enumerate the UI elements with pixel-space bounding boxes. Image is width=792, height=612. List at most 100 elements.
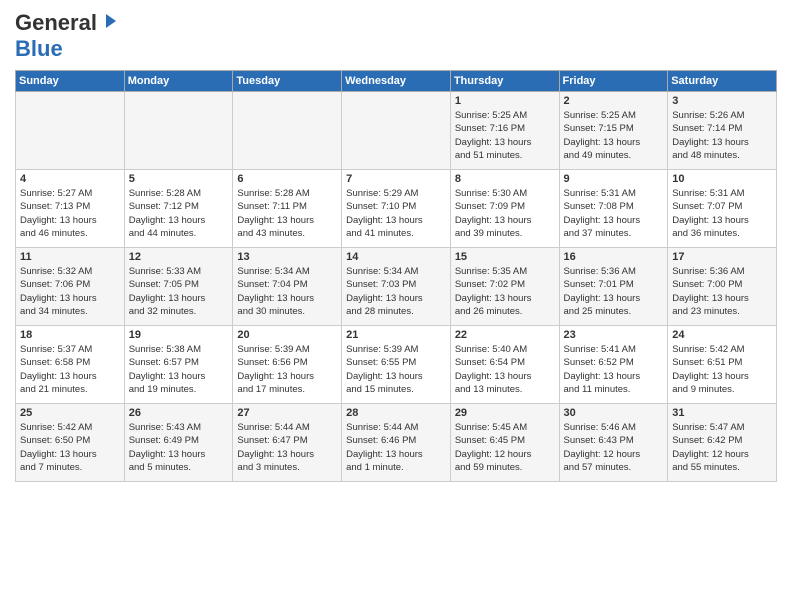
day-number: 11: [20, 251, 120, 263]
day-number: 22: [455, 329, 555, 341]
day-number: 24: [672, 329, 772, 341]
calendar-cell: 23 Sunrise: 5:41 AM Sunset: 6:52 PM Dayli…: [559, 326, 668, 404]
page-container: General Blue SundayMondayTuesdayWednesda…: [0, 0, 792, 487]
week-row-4: 18Sunrise: 5:37 AM Sunset: 6:58 PM Dayli…: [16, 326, 777, 404]
calendar-cell: 14 Sunrise: 5:34 AM Sunset: 7:03 PM Dayli…: [342, 248, 451, 326]
day-number: 2: [564, 95, 664, 107]
day-number: 3: [672, 95, 772, 107]
calendar-cell: [233, 92, 342, 170]
day-info: Sunrise: 5:44 AM Sunset: 6:47 PM Dayligh…: [237, 421, 337, 474]
day-number: 27: [237, 407, 337, 419]
calendar-cell: 24Sunrise: 5:42 AM Sunset: 6:51 PM Dayli…: [668, 326, 777, 404]
day-number: 29: [455, 407, 555, 419]
day-info: Sunrise: 5:46 AM Sunset: 6:43 PM Dayligh…: [564, 421, 664, 474]
calendar-cell: 13Sunrise: 5:34 AM Sunset: 7:04 PM Dayli…: [233, 248, 342, 326]
weekday-header-saturday: Saturday: [668, 71, 777, 92]
weekday-header-monday: Monday: [124, 71, 233, 92]
calendar-cell: 6 Sunrise: 5:28 AM Sunset: 7:11 PM Daylig…: [233, 170, 342, 248]
weekday-header-thursday: Thursday: [450, 71, 559, 92]
day-number: 17: [672, 251, 772, 263]
calendar-cell: 8 Sunrise: 5:30 AM Sunset: 7:09 PM Daylig…: [450, 170, 559, 248]
day-info: Sunrise: 5:38 AM Sunset: 6:57 PM Dayligh…: [129, 343, 229, 396]
weekday-header-row: SundayMondayTuesdayWednesdayThursdayFrid…: [16, 71, 777, 92]
day-info: Sunrise: 5:40 AM Sunset: 6:54 PM Dayligh…: [455, 343, 555, 396]
calendar-cell: 3 Sunrise: 5:26 AM Sunset: 7:14 PM Daylig…: [668, 92, 777, 170]
calendar-cell: 30 Sunrise: 5:46 AM Sunset: 6:43 PM Dayli…: [559, 404, 668, 482]
day-number: 26: [129, 407, 229, 419]
week-row-1: 1 Sunrise: 5:25 AM Sunset: 7:16 PM Daylig…: [16, 92, 777, 170]
day-info: Sunrise: 5:43 AM Sunset: 6:49 PM Dayligh…: [129, 421, 229, 474]
day-info: Sunrise: 5:44 AM Sunset: 6:46 PM Dayligh…: [346, 421, 446, 474]
calendar-cell: 25 Sunrise: 5:42 AM Sunset: 6:50 PM Dayli…: [16, 404, 125, 482]
day-number: 23: [564, 329, 664, 341]
day-number: 21: [346, 329, 446, 341]
day-info: Sunrise: 5:25 AM Sunset: 7:15 PM Dayligh…: [564, 109, 664, 162]
calendar-cell: [16, 92, 125, 170]
calendar-cell: 22 Sunrise: 5:40 AM Sunset: 6:54 PM Dayli…: [450, 326, 559, 404]
calendar-cell: 21 Sunrise: 5:39 AM Sunset: 6:55 PM Dayli…: [342, 326, 451, 404]
day-info: Sunrise: 5:25 AM Sunset: 7:16 PM Dayligh…: [455, 109, 555, 162]
logo: General Blue: [15, 10, 120, 62]
calendar-cell: 10 Sunrise: 5:31 AM Sunset: 7:07 PM Dayli…: [668, 170, 777, 248]
weekday-header-tuesday: Tuesday: [233, 71, 342, 92]
day-number: 9: [564, 173, 664, 185]
day-info: Sunrise: 5:30 AM Sunset: 7:09 PM Dayligh…: [455, 187, 555, 240]
calendar-cell: 31Sunrise: 5:47 AM Sunset: 6:42 PM Dayli…: [668, 404, 777, 482]
day-info: Sunrise: 5:39 AM Sunset: 6:56 PM Dayligh…: [237, 343, 337, 396]
weekday-header-wednesday: Wednesday: [342, 71, 451, 92]
day-number: 28: [346, 407, 446, 419]
day-info: Sunrise: 5:28 AM Sunset: 7:12 PM Dayligh…: [129, 187, 229, 240]
calendar-cell: 19 Sunrise: 5:38 AM Sunset: 6:57 PM Dayli…: [124, 326, 233, 404]
day-info: Sunrise: 5:39 AM Sunset: 6:55 PM Dayligh…: [346, 343, 446, 396]
day-info: Sunrise: 5:36 AM Sunset: 7:01 PM Dayligh…: [564, 265, 664, 318]
day-number: 7: [346, 173, 446, 185]
day-number: 12: [129, 251, 229, 263]
day-info: Sunrise: 5:32 AM Sunset: 7:06 PM Dayligh…: [20, 265, 120, 318]
calendar-cell: 26 Sunrise: 5:43 AM Sunset: 6:49 PM Dayli…: [124, 404, 233, 482]
day-number: 18: [20, 329, 120, 341]
day-info: Sunrise: 5:34 AM Sunset: 7:04 PM Dayligh…: [237, 265, 337, 318]
calendar-cell: 27 Sunrise: 5:44 AM Sunset: 6:47 PM Dayli…: [233, 404, 342, 482]
calendar-cell: [342, 92, 451, 170]
calendar-cell: 18Sunrise: 5:37 AM Sunset: 6:58 PM Dayli…: [16, 326, 125, 404]
calendar-table: SundayMondayTuesdayWednesdayThursdayFrid…: [15, 70, 777, 482]
day-info: Sunrise: 5:28 AM Sunset: 7:11 PM Dayligh…: [237, 187, 337, 240]
day-number: 14: [346, 251, 446, 263]
day-number: 10: [672, 173, 772, 185]
calendar-cell: 29Sunrise: 5:45 AM Sunset: 6:45 PM Dayli…: [450, 404, 559, 482]
calendar-cell: 16 Sunrise: 5:36 AM Sunset: 7:01 PM Dayli…: [559, 248, 668, 326]
week-row-5: 25 Sunrise: 5:42 AM Sunset: 6:50 PM Dayli…: [16, 404, 777, 482]
calendar-cell: 15 Sunrise: 5:35 AM Sunset: 7:02 PM Dayli…: [450, 248, 559, 326]
day-number: 5: [129, 173, 229, 185]
day-info: Sunrise: 5:42 AM Sunset: 6:50 PM Dayligh…: [20, 421, 120, 474]
day-number: 30: [564, 407, 664, 419]
day-number: 15: [455, 251, 555, 263]
day-info: Sunrise: 5:29 AM Sunset: 7:10 PM Dayligh…: [346, 187, 446, 240]
day-info: Sunrise: 5:34 AM Sunset: 7:03 PM Dayligh…: [346, 265, 446, 318]
calendar-cell: 12Sunrise: 5:33 AM Sunset: 7:05 PM Dayli…: [124, 248, 233, 326]
calendar-cell: [124, 92, 233, 170]
day-info: Sunrise: 5:31 AM Sunset: 7:07 PM Dayligh…: [672, 187, 772, 240]
day-number: 1: [455, 95, 555, 107]
day-info: Sunrise: 5:36 AM Sunset: 7:00 PM Dayligh…: [672, 265, 772, 318]
day-number: 6: [237, 173, 337, 185]
calendar-cell: 9Sunrise: 5:31 AM Sunset: 7:08 PM Daylig…: [559, 170, 668, 248]
day-info: Sunrise: 5:41 AM Sunset: 6:52 PM Dayligh…: [564, 343, 664, 396]
day-info: Sunrise: 5:35 AM Sunset: 7:02 PM Dayligh…: [455, 265, 555, 318]
day-number: 31: [672, 407, 772, 419]
calendar-cell: 4 Sunrise: 5:27 AM Sunset: 7:13 PM Daylig…: [16, 170, 125, 248]
calendar-cell: 17 Sunrise: 5:36 AM Sunset: 7:00 PM Dayli…: [668, 248, 777, 326]
calendar-cell: 28 Sunrise: 5:44 AM Sunset: 6:46 PM Dayli…: [342, 404, 451, 482]
calendar-cell: 1 Sunrise: 5:25 AM Sunset: 7:16 PM Daylig…: [450, 92, 559, 170]
weekday-header-sunday: Sunday: [16, 71, 125, 92]
day-number: 20: [237, 329, 337, 341]
calendar-cell: 5 Sunrise: 5:28 AM Sunset: 7:12 PM Daylig…: [124, 170, 233, 248]
day-number: 16: [564, 251, 664, 263]
day-number: 19: [129, 329, 229, 341]
day-info: Sunrise: 5:27 AM Sunset: 7:13 PM Dayligh…: [20, 187, 120, 240]
day-number: 25: [20, 407, 120, 419]
day-number: 4: [20, 173, 120, 185]
day-info: Sunrise: 5:26 AM Sunset: 7:14 PM Dayligh…: [672, 109, 772, 162]
day-number: 8: [455, 173, 555, 185]
week-row-3: 11 Sunrise: 5:32 AM Sunset: 7:06 PM Dayli…: [16, 248, 777, 326]
